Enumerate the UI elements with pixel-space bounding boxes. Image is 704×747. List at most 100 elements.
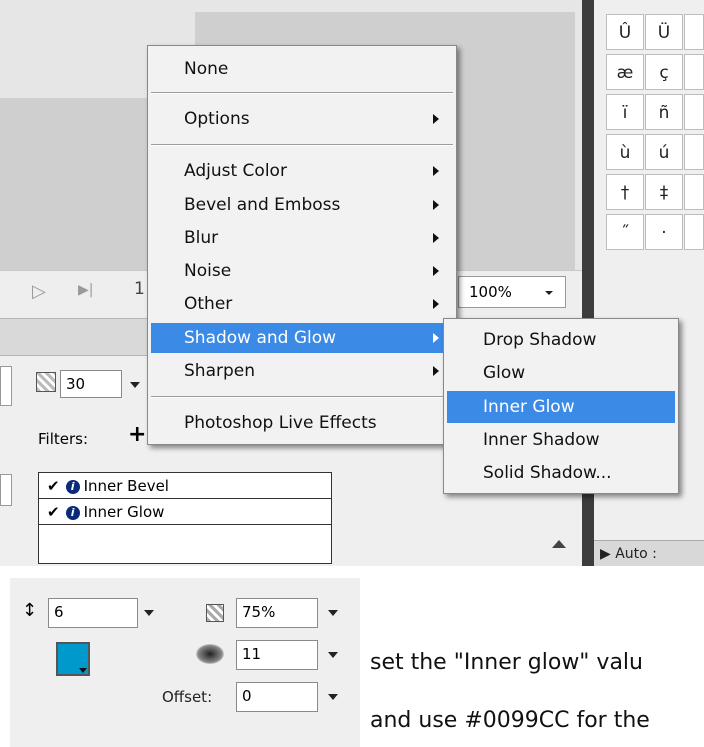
submenu-item-inner-glow[interactable]: Inner Glow (447, 391, 675, 423)
submenu-arrow-icon (433, 266, 439, 276)
menu-item-options[interactable]: Options (151, 104, 453, 134)
menu-item-label: Options (184, 109, 250, 129)
step-forward-icon[interactable]: ▶| (78, 282, 93, 298)
menu-item-label: Sharpen (184, 361, 255, 381)
auto-bar[interactable]: ▶ Auto : (594, 540, 704, 566)
submenu-arrow-icon (433, 366, 439, 376)
submenu-item-glow[interactable]: Glow (447, 357, 675, 389)
glyph-cell[interactable]: ù (606, 134, 644, 170)
glyph-cell[interactable]: Ü (645, 14, 683, 50)
filter-name: Inner Bevel (83, 477, 169, 495)
menu-item-noise[interactable]: Noise (151, 256, 453, 286)
glyph-cell[interactable] (684, 54, 704, 90)
menu-item-label: Shadow and Glow (184, 328, 337, 348)
glyph-cell[interactable]: · (645, 214, 683, 250)
chevron-down-icon (545, 291, 553, 295)
menu-item-blur[interactable]: Blur (151, 223, 453, 253)
glow-width-input[interactable]: 6 (48, 598, 138, 628)
glow-color-swatch[interactable] (56, 642, 90, 676)
submenu-arrow-icon (433, 114, 439, 124)
zoom-value: 100% (469, 283, 512, 301)
filter-row-inner-glow[interactable]: ✔ i Inner Glow (39, 499, 331, 525)
glyph-cell[interactable]: ñ (645, 94, 683, 130)
filter-row-inner-bevel[interactable]: ✔ i Inner Bevel (39, 473, 331, 499)
submenu-item-inner-shadow[interactable]: Inner Shadow (447, 424, 675, 456)
check-icon[interactable]: ✔ (47, 503, 60, 521)
menu-separator (151, 92, 453, 94)
shadow-and-glow-submenu: Drop Shadow Glow Inner Glow Inner Shadow… (443, 318, 679, 494)
submenu-item-label: Inner Shadow (483, 430, 600, 450)
offset-input[interactable]: 0 (236, 682, 318, 712)
chevron-down-icon[interactable] (328, 610, 338, 616)
chevron-down-icon[interactable] (130, 382, 140, 388)
play-icon[interactable]: ▷ (32, 281, 46, 302)
instruction-line-2: and use #0099CC for the (370, 708, 650, 733)
menu-item-label: Other (184, 294, 233, 314)
glyph-cell[interactable] (684, 214, 704, 250)
glyph-cell[interactable] (684, 94, 704, 130)
inner-glow-settings-panel: ↕ 6 75% 11 Offset: 0 (10, 578, 360, 747)
menu-separator (151, 396, 453, 398)
opacity-input[interactable]: 75% (236, 598, 318, 628)
offset-label: Offset: (162, 688, 213, 706)
panel-edge (0, 474, 12, 506)
submenu-arrow-icon (433, 166, 439, 176)
check-icon[interactable]: ✔ (47, 477, 60, 495)
menu-item-none[interactable]: None (151, 54, 453, 84)
filter-context-menu: None Options Adjust Color Bevel and Embo… (147, 45, 457, 445)
menu-item-label: Bevel and Emboss (184, 195, 341, 215)
menu-item-other[interactable]: Other (151, 289, 453, 319)
menu-item-label: Noise (184, 261, 232, 281)
submenu-arrow-icon (433, 200, 439, 210)
blur-input[interactable]: 30 (60, 370, 122, 398)
glyph-cell[interactable] (684, 134, 704, 170)
chevron-down-icon[interactable] (328, 694, 338, 700)
menu-item-sharpen[interactable]: Sharpen (151, 356, 453, 386)
info-icon: i (65, 479, 80, 494)
softness-input[interactable]: 11 (236, 640, 318, 670)
add-filter-icon[interactable]: + (128, 422, 146, 447)
glyph-cell[interactable]: ï (606, 94, 644, 130)
glyph-cell[interactable] (684, 174, 704, 210)
menu-item-shadow-and-glow[interactable]: Shadow and Glow (151, 323, 453, 353)
submenu-item-label: Solid Shadow... (483, 463, 612, 483)
submenu-arrow-icon (433, 299, 439, 309)
glyph-cell[interactable]: Û (606, 14, 644, 50)
panel-edge (0, 366, 12, 406)
glyph-cell[interactable] (684, 14, 704, 50)
glyph-cell[interactable]: ç (645, 54, 683, 90)
opacity-icon (206, 604, 224, 622)
zoom-select[interactable]: 100% (458, 276, 566, 308)
menu-item-label: None (184, 59, 229, 79)
quality-icon (36, 372, 56, 392)
submenu-item-solid-shadow[interactable]: Solid Shadow... (447, 457, 675, 489)
submenu-item-drop-shadow[interactable]: Drop Shadow (447, 324, 675, 356)
menu-item-bevel-and-emboss[interactable]: Bevel and Emboss (151, 190, 453, 220)
collapse-icon[interactable] (552, 540, 566, 548)
submenu-item-label: Drop Shadow (483, 330, 597, 350)
glyph-cell[interactable]: † (606, 174, 644, 210)
glyph-cell[interactable]: ˝ (606, 214, 644, 250)
width-arrow-icon: ↕ (22, 600, 38, 621)
submenu-item-label: Inner Glow (483, 397, 575, 417)
menu-separator (151, 144, 453, 146)
glyph-cell[interactable]: ‡ (645, 174, 683, 210)
menu-item-label: Adjust Color (184, 161, 287, 181)
auto-label: ▶ Auto : (600, 546, 657, 562)
menu-item-photoshop-live-effects[interactable]: Photoshop Live Effects (151, 408, 453, 438)
filter-name: Inner Glow (83, 503, 165, 521)
softness-icon (196, 644, 224, 664)
menu-item-label: Blur (184, 228, 219, 248)
filters-label: Filters: (38, 430, 89, 448)
frame-number: 1 (134, 279, 145, 299)
chevron-down-icon[interactable] (144, 610, 154, 616)
glyph-cell[interactable]: ú (645, 134, 683, 170)
menu-item-adjust-color[interactable]: Adjust Color (151, 156, 453, 186)
chevron-down-icon (79, 668, 87, 673)
chevron-down-icon[interactable] (328, 652, 338, 658)
submenu-item-label: Glow (483, 363, 526, 383)
menu-item-label: Photoshop Live Effects (184, 413, 377, 433)
submenu-arrow-icon (433, 333, 439, 343)
info-icon: i (65, 505, 80, 520)
glyph-cell[interactable]: æ (606, 54, 644, 90)
